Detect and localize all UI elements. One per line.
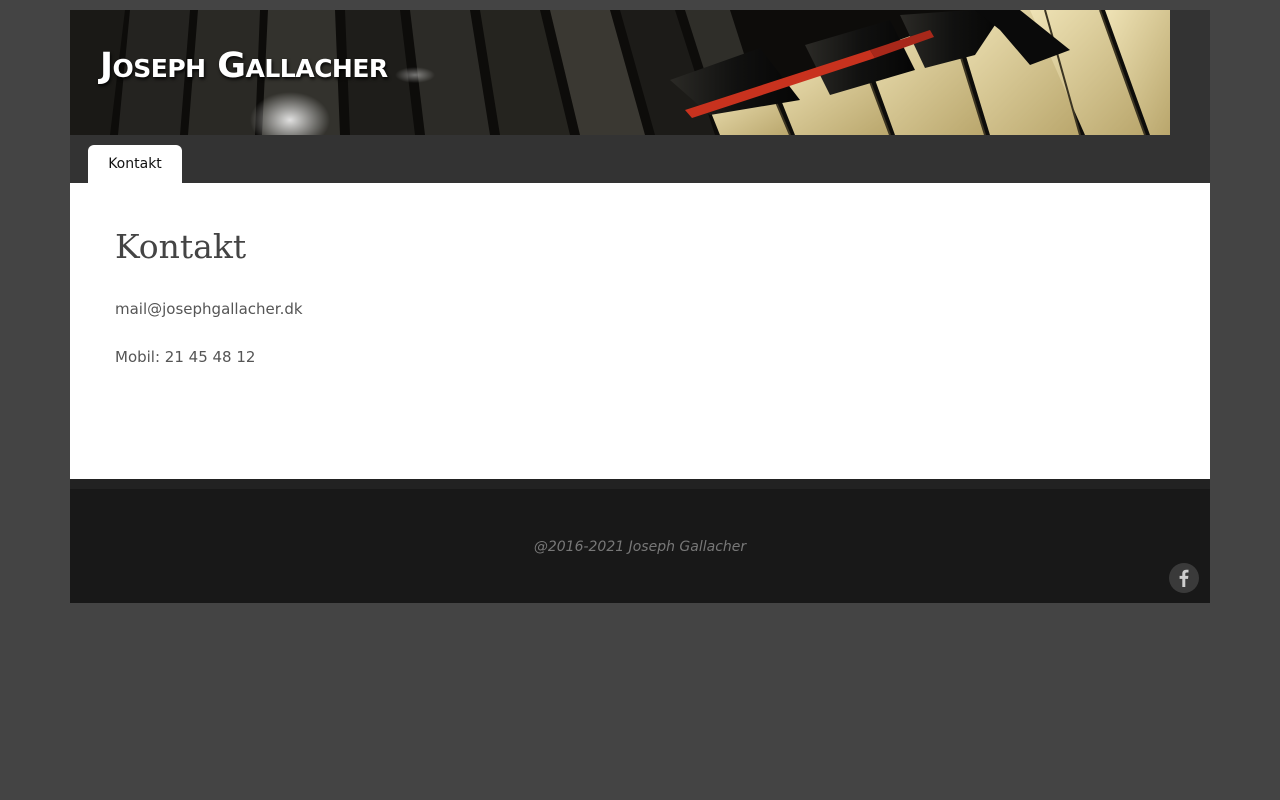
contact-phone: Mobil: 21 45 48 12 [115, 348, 256, 366]
site-title[interactable]: Joseph Gallacher [100, 44, 388, 88]
contact-email: mail@josephgallacher.dk [115, 300, 303, 318]
page-container: Joseph Gallacher Kontakt Kontakt mail@jo… [70, 10, 1210, 603]
footer-copyright: @2016-2021 Joseph Gallacher [533, 539, 747, 555]
tab-kontakt[interactable]: Kontakt [88, 145, 182, 183]
site-footer: @2016-2021 Joseph Gallacher [70, 489, 1210, 603]
facebook-icon[interactable] [1169, 563, 1199, 593]
site-header: Joseph Gallacher [70, 10, 1210, 135]
main-navigation: Kontakt [70, 135, 1210, 183]
main-content: Kontakt mail@josephgallacher.dk Mobil: 2… [70, 183, 1210, 479]
footer-divider [70, 479, 1210, 489]
page-title: Kontakt [115, 227, 247, 266]
